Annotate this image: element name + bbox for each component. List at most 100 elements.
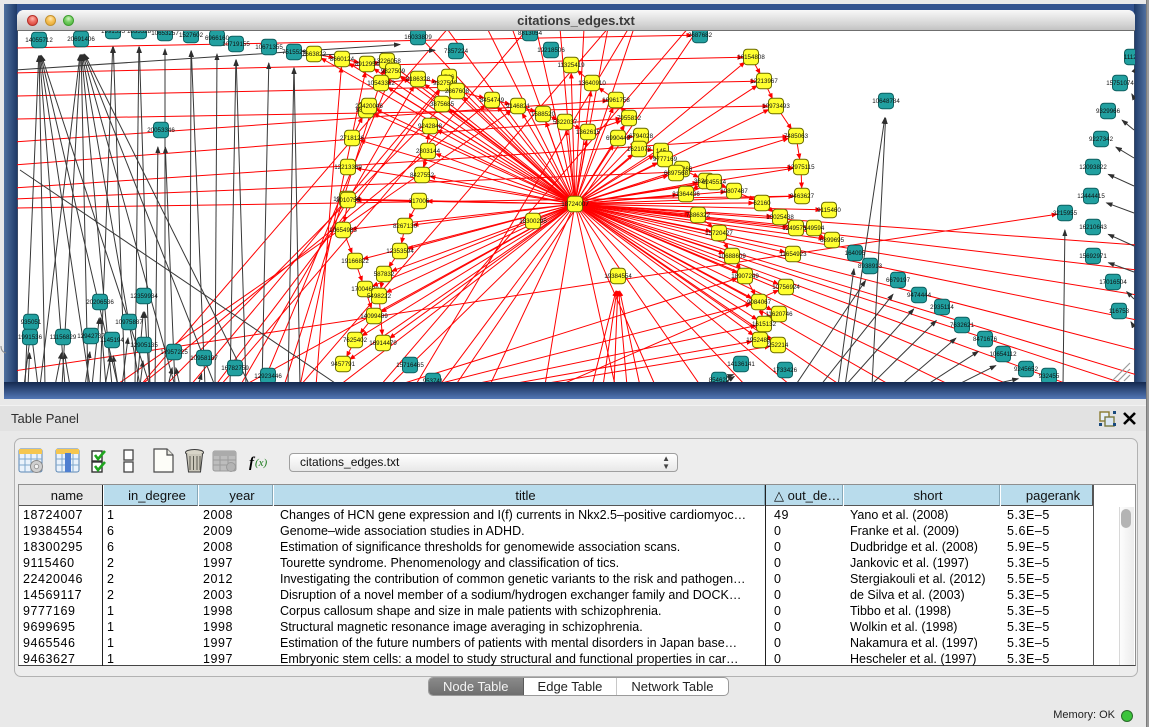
svg-text:854622: 854622 [709,377,730,382]
svg-text:2803144: 2803144 [416,148,441,155]
svg-text:7663822: 7663822 [302,51,327,58]
svg-text:18907249: 18907249 [731,273,759,280]
svg-text:9242848: 9242848 [418,123,443,130]
svg-text:6990448: 6990448 [606,135,631,142]
svg-text:9084067: 9084067 [747,299,772,306]
svg-text:6245514: 6245514 [702,179,727,186]
svg-text:935051: 935051 [21,319,42,326]
svg-text:9245652: 9245652 [1014,366,1039,373]
svg-text:317006: 317006 [409,198,430,205]
svg-text:11654923: 11654923 [779,251,807,258]
svg-text:8471676: 8471676 [973,336,998,343]
svg-text:19218506: 19218506 [537,47,565,54]
svg-text:7386322: 7386322 [686,212,711,219]
svg-text:17016504: 17016504 [1099,279,1127,286]
svg-text:1362615: 1362615 [576,129,601,136]
svg-text:7632621: 7632621 [950,322,975,329]
svg-text:12353594: 12353594 [386,248,414,255]
svg-text:2935114: 2935114 [930,304,954,311]
svg-text:20691406: 20691406 [67,36,95,43]
svg-text:6897568: 6897568 [664,170,689,177]
svg-text:21364436: 21364436 [672,191,700,198]
svg-text:7625402: 7625402 [343,337,368,344]
svg-text:19384554: 19384554 [604,273,632,280]
svg-text:8813054: 8813054 [518,31,543,37]
svg-text:10654112: 10654112 [989,351,1017,358]
svg-text:9777169: 9777169 [653,156,678,163]
svg-text:10543362: 10543362 [367,80,395,87]
svg-text:149594: 149594 [804,225,825,232]
svg-text:8660124: 8660124 [330,56,355,63]
svg-text:8938913: 8938913 [858,263,883,270]
svg-text:6794028: 6794028 [629,133,654,140]
svg-text:2687682: 2687682 [688,32,713,39]
svg-text:10654983: 10654983 [329,227,357,234]
svg-text:12213369: 12213369 [334,164,362,171]
svg-text:9457791: 9457791 [331,361,356,368]
svg-text:5322037: 5322037 [553,119,578,126]
svg-text:7485063: 7485063 [784,133,809,140]
svg-text:12975115: 12975115 [787,164,815,171]
svg-text:1991536: 1991536 [18,334,43,341]
svg-text:12923446: 12923446 [254,373,282,380]
svg-text:8427552: 8427552 [410,172,435,179]
svg-text:1733426: 1733426 [773,367,798,374]
svg-text:9227342: 9227342 [1089,136,1114,143]
svg-text:18724007: 18724007 [561,201,589,208]
svg-text:587832: 587832 [374,271,395,278]
svg-text:9474444: 9474444 [907,292,932,299]
svg-text:2867608: 2867608 [445,88,470,95]
svg-text:164095: 164095 [845,250,866,257]
svg-text:12905135: 12905135 [130,342,158,349]
svg-text:116753: 116753 [1109,308,1130,315]
svg-text:1991535: 1991535 [101,31,126,35]
svg-text:6679197: 6679197 [886,277,911,284]
svg-text:18300295: 18300295 [519,218,547,225]
svg-text:11325419: 11325419 [557,62,585,69]
svg-text:2010755: 2010755 [336,197,361,204]
svg-text:16914479: 16914479 [369,340,397,347]
svg-text:10975887: 10975887 [115,319,143,326]
svg-text:1615132: 1615132 [752,321,777,328]
svg-text:11156829: 11156829 [50,334,77,341]
svg-text:3215955: 3215955 [1053,210,1078,217]
svg-text:15751074: 15751074 [1106,80,1134,87]
svg-text:12444415: 12444415 [1077,193,1105,200]
svg-text:6899695: 6899695 [820,237,845,244]
svg-text:5498222: 5498222 [367,293,392,300]
svg-text:16782759: 16782759 [221,365,249,372]
svg-text:17957225: 17957225 [160,349,188,356]
svg-text:12213967: 12213967 [750,78,778,85]
svg-text:9463627: 9463627 [790,193,815,200]
svg-text:8186328: 8186328 [406,76,431,83]
svg-text:10958187: 10958187 [190,355,218,362]
svg-text:252214: 252214 [768,342,789,349]
svg-text:14136141: 14136141 [727,361,755,368]
svg-text:16210643: 16210643 [1079,224,1107,231]
svg-text:16033809: 16033809 [404,34,432,41]
svg-text:3875685: 3875685 [430,101,455,108]
svg-text:8267130: 8267130 [393,223,418,230]
svg-text:12359934: 12359934 [130,293,158,300]
svg-text:9329966: 9329966 [1096,108,1121,115]
svg-text:10973493: 10973493 [762,103,790,110]
svg-text:1145194: 1145194 [100,337,124,344]
svg-text:7955812: 7955812 [617,115,642,122]
svg-text:1527602: 1527602 [179,32,204,39]
svg-text:15720427: 15720427 [705,230,733,237]
svg-text:15692971: 15692971 [1079,253,1107,260]
svg-text:11124: 11124 [1124,54,1135,61]
svg-text:1588520: 1588520 [531,111,556,118]
svg-text:10807487: 10807487 [720,188,748,195]
svg-text:10688609: 10688609 [718,253,746,260]
svg-text:22420046: 22420046 [355,103,383,110]
svg-text:9115460: 9115460 [817,207,841,214]
svg-text:10756924: 10756924 [772,284,800,291]
svg-text:12093822: 12093822 [1079,164,1107,171]
svg-text:10648784: 10648784 [872,98,900,105]
svg-text:16961758: 16961758 [602,97,630,104]
svg-text:953741: 953741 [423,378,444,382]
svg-text:9146821: 9146821 [506,103,531,110]
svg-text:13640910: 13640910 [578,80,606,87]
svg-text:19166822: 19166822 [341,258,369,265]
